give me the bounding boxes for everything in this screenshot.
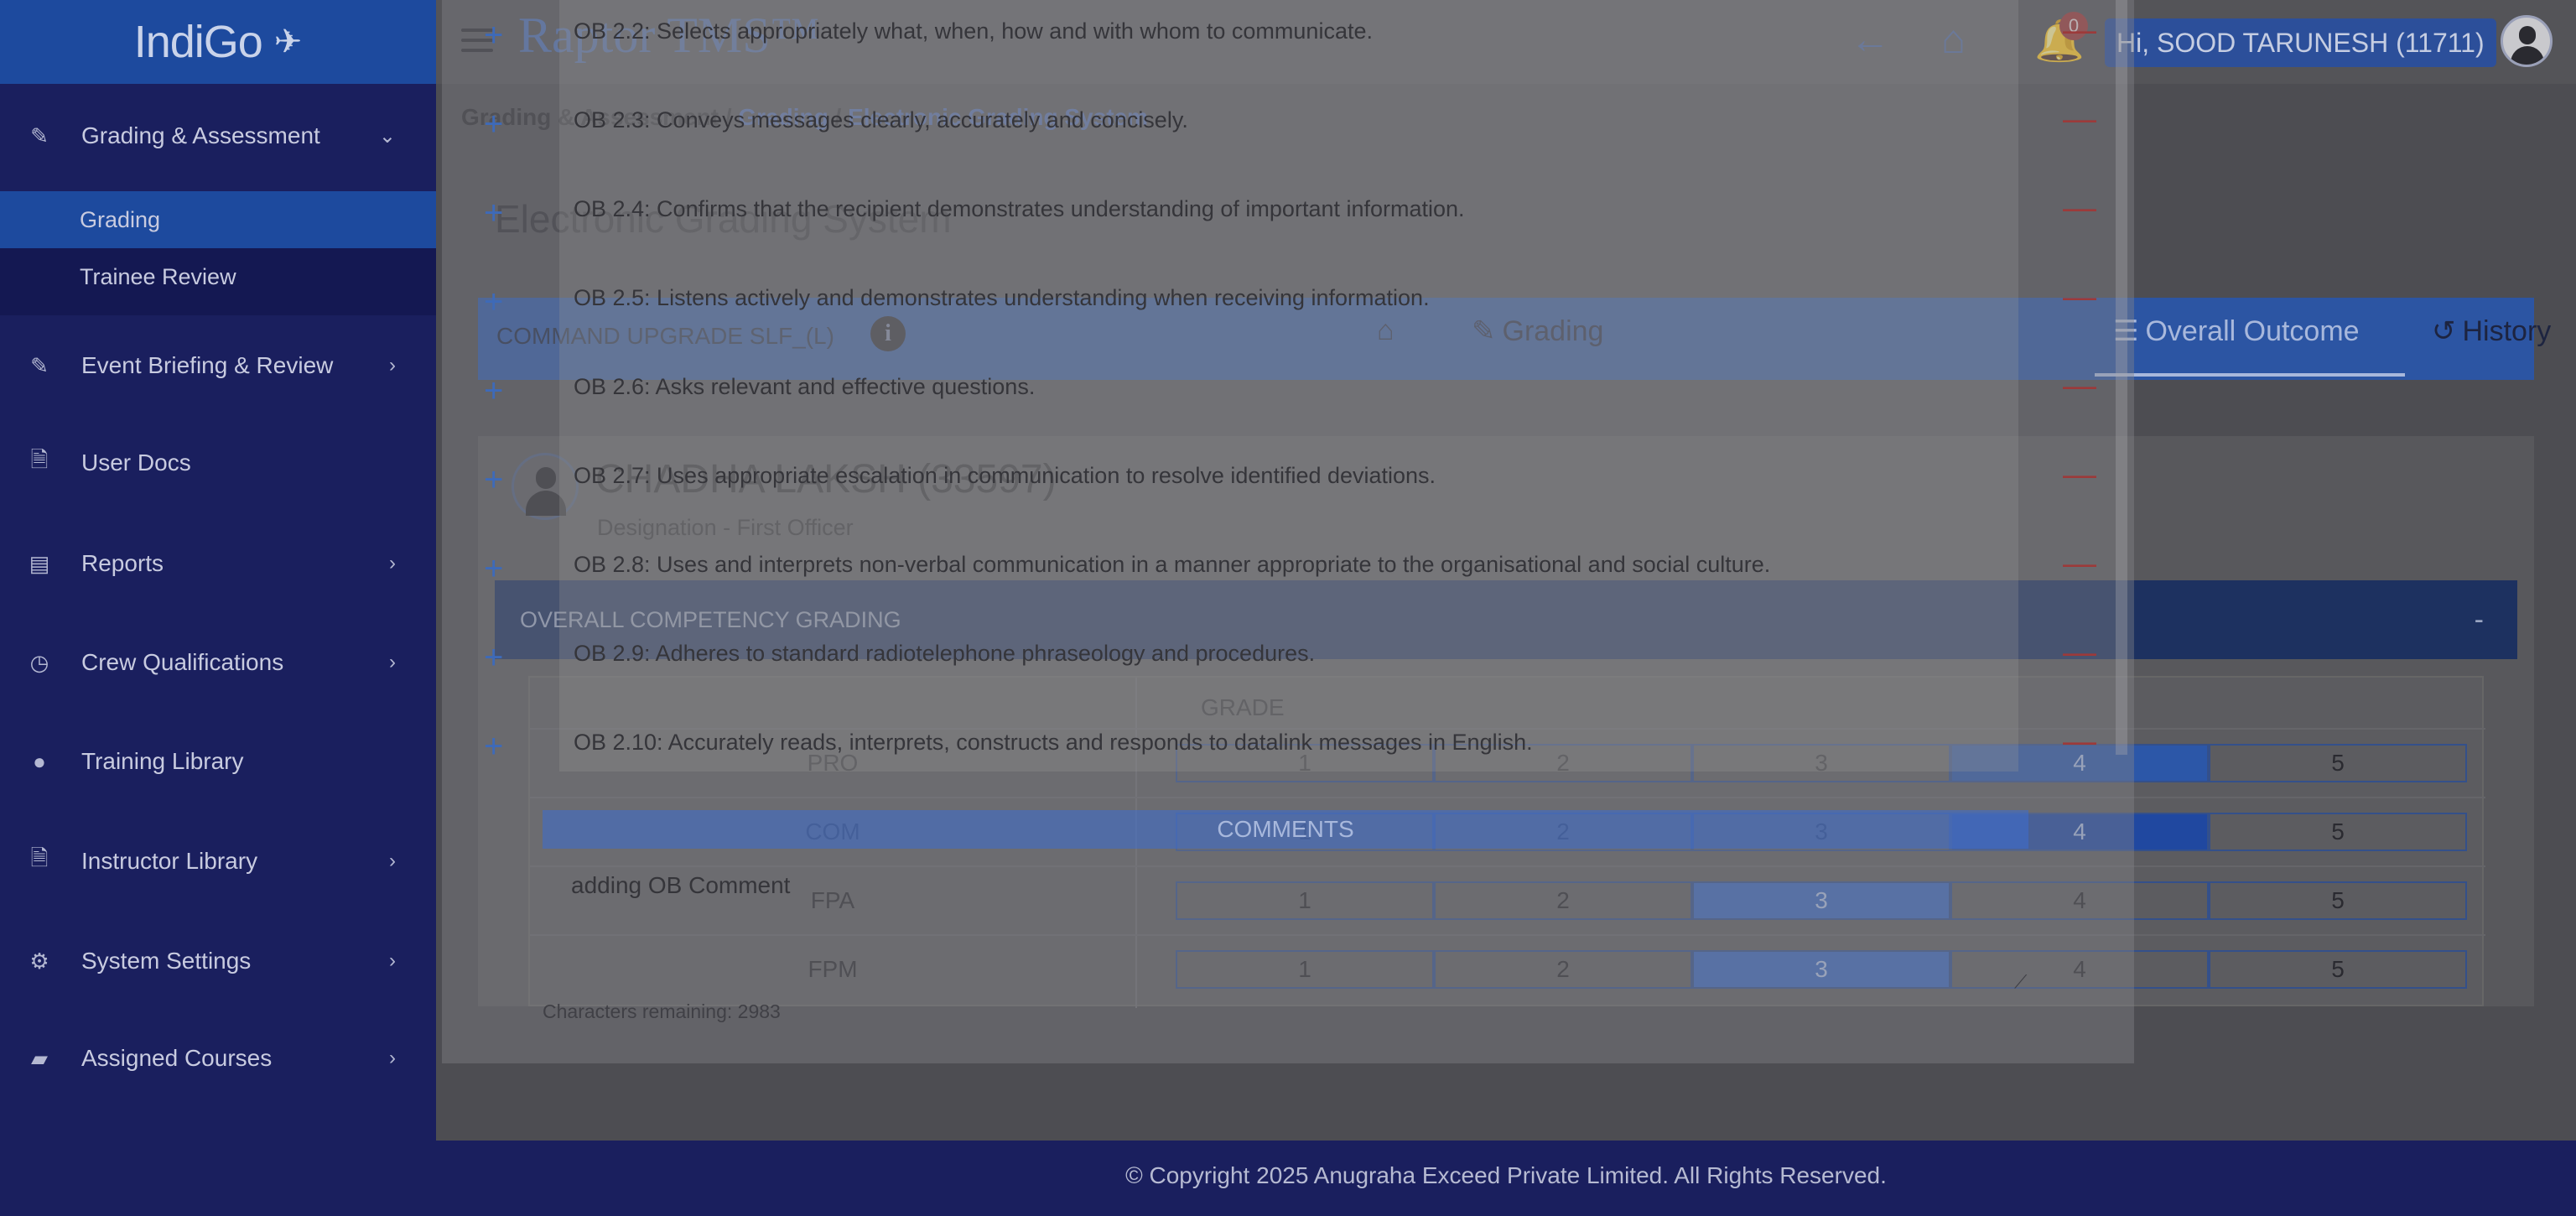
- resize-handle-icon[interactable]: ⟋: [2014, 971, 2027, 993]
- expand-plus-icon[interactable]: +: [484, 106, 503, 143]
- user-menu-button[interactable]: Hi, SOOD TARUNESH (11711): [2105, 18, 2496, 67]
- sidebar-item-instructor-library[interactable]: 🗎 Instructor Library ›: [0, 834, 436, 888]
- comments-header: COMMENTS: [543, 810, 2028, 849]
- sidebar-item-assigned-courses[interactable]: ▰ Assigned Courses ›: [0, 1032, 436, 1085]
- cogs-icon: ⚙: [29, 948, 49, 974]
- ob-text: OB 2.5: Listens actively and demonstrate…: [574, 285, 1430, 310]
- document-icon: 🗎: [30, 447, 49, 472]
- sidebar-item-label: System Settings: [81, 948, 252, 974]
- chevron-right-icon: ›: [389, 552, 396, 574]
- grade-option-5[interactable]: 5: [2209, 881, 2467, 920]
- folder-open-icon: ▰: [31, 1045, 48, 1071]
- ob-text: OB 2.3: Conveys messages clearly, accura…: [574, 107, 1188, 133]
- sidebar-item-event-briefing[interactable]: ✎ Event Briefing & Review ›: [0, 339, 436, 392]
- sidebar-item-label: Training Library: [81, 748, 244, 774]
- sidebar-item-label: Grading & Assessment: [81, 122, 320, 148]
- ob-row: + OB 2.10: Accurately reads, interprets, …: [442, 716, 2134, 805]
- expand-plus-icon[interactable]: +: [484, 728, 503, 766]
- grade-option-5[interactable]: 5: [2209, 744, 2467, 782]
- tab-history[interactable]: ↺ History: [2432, 314, 2551, 348]
- grade-option-5[interactable]: 5: [2209, 950, 2467, 989]
- sidebar-item-label: Assigned Courses: [81, 1045, 273, 1071]
- ob-text: OB 2.9: Adheres to standard radiotelepho…: [574, 641, 1316, 666]
- sidebar-item-training-library[interactable]: ● Training Library: [0, 735, 436, 788]
- sidebar-subitem-label: Grading: [80, 206, 161, 232]
- ob-row: + OB 2.8: Uses and interprets non-verbal …: [442, 538, 2134, 627]
- ob-text: OB 2.6: Asks relevant and effective ques…: [574, 374, 1036, 399]
- ob-text: OB 2.2: Selects appropriately what, when…: [574, 18, 1373, 44]
- chevron-right-icon: ›: [389, 354, 396, 377]
- collapse-toggle[interactable]: -: [2475, 604, 2484, 637]
- sidebar-subitem-trainee-review[interactable]: Trainee Review: [0, 248, 436, 305]
- chevron-right-icon: ›: [389, 850, 396, 872]
- ob-text: OB 2.10: Accurately reads, interprets, c…: [574, 730, 1533, 755]
- chevron-right-icon: ›: [389, 651, 396, 673]
- sidebar-item-label: User Docs: [81, 450, 191, 475]
- indigo-logo: IndiGo: [133, 17, 263, 67]
- collapse-minus-icon[interactable]: —: [2063, 190, 2096, 227]
- ob-row: + OB 2.2: Selects appropriately what, whe…: [442, 5, 2134, 94]
- characters-remaining: Characters remaining: 2983: [543, 1000, 781, 1022]
- grade-option-5[interactable]: 5: [2209, 813, 2467, 851]
- tab-label: Overall Outcome: [2145, 314, 2360, 347]
- ob-row: + OB 2.5: Listens actively and demonstrat…: [442, 272, 2134, 361]
- sidebar-item-label: Instructor Library: [81, 848, 258, 874]
- expand-plus-icon[interactable]: +: [484, 550, 503, 588]
- sidebar-item-system-settings[interactable]: ⚙ System Settings ›: [0, 934, 436, 988]
- ob-row: + OB 2.9: Adheres to standard radioteleph…: [442, 627, 2134, 716]
- ob-row: + OB 2.7: Uses appropriate escalation in …: [442, 450, 2134, 538]
- collapse-minus-icon[interactable]: —: [2063, 12, 2096, 49]
- expand-plus-icon[interactable]: +: [484, 639, 503, 677]
- edit-icon: ✎: [30, 122, 49, 148]
- document-icon: 🗎: [30, 845, 49, 870]
- sidebar-item-label: Event Briefing & Review: [81, 352, 334, 378]
- collapse-minus-icon[interactable]: —: [2063, 456, 2096, 494]
- collapse-minus-icon[interactable]: —: [2063, 278, 2096, 316]
- ob-modal-overlay: + OB 2.2: Selects appropriately what, whe…: [442, 0, 2134, 1063]
- chevron-right-icon: ›: [389, 1047, 396, 1069]
- sidebar-submenu: Grading Trainee Review: [0, 191, 436, 315]
- ob-row: + OB 2.4: Confirms that the recipient dem…: [442, 183, 2134, 272]
- expand-plus-icon[interactable]: +: [484, 17, 503, 55]
- user-icon: ●: [33, 748, 46, 774]
- sidebar-subitem-label: Trainee Review: [80, 263, 236, 289]
- sidebar-subitem-grading[interactable]: Grading: [0, 191, 436, 248]
- logo-bar: IndiGo ✈: [0, 0, 436, 84]
- expand-plus-icon[interactable]: +: [484, 461, 503, 499]
- ob-text: OB 2.4: Confirms that the recipient demo…: [574, 196, 1465, 221]
- footer: © Copyright 2025 Anugraha Exceed Private…: [436, 1141, 2576, 1216]
- avatar[interactable]: [2501, 15, 2553, 67]
- sidebar-item-label: Crew Qualifications: [81, 649, 284, 675]
- ob-text: OB 2.8: Uses and interprets non-verbal c…: [574, 552, 1771, 577]
- clock-icon: ◷: [29, 649, 49, 675]
- comment-textarea[interactable]: adding OB Comment: [571, 872, 790, 899]
- sidebar-item-grading-assessment[interactable]: ✎ Grading & Assessment ⌄: [0, 109, 436, 163]
- sidebar-item-user-docs[interactable]: 🗎 User Docs: [0, 436, 436, 490]
- scrollbar[interactable]: [2116, 0, 2127, 755]
- chevron-down-icon: ⌄: [378, 124, 396, 148]
- collapse-minus-icon[interactable]: —: [2063, 723, 2096, 761]
- edit-icon: ✎: [30, 352, 49, 378]
- expand-plus-icon[interactable]: +: [484, 372, 503, 410]
- expand-plus-icon[interactable]: +: [484, 195, 503, 232]
- sidebar-item-reports[interactable]: ▤ Reports ›: [0, 537, 436, 590]
- collapse-minus-icon[interactable]: —: [2063, 634, 2096, 672]
- report-icon: ▤: [29, 550, 50, 576]
- sidebar-item-crew-qualifications[interactable]: ◷ Crew Qualifications ›: [0, 636, 436, 689]
- collapse-minus-icon[interactable]: —: [2063, 367, 2096, 405]
- sidebar: IndiGo ✈ ✎ Grading & Assessment ⌄ Gradin…: [0, 0, 436, 1216]
- collapse-minus-icon[interactable]: —: [2063, 101, 2096, 138]
- active-tab-indicator: [2095, 373, 2405, 377]
- tab-label: History: [2462, 314, 2552, 347]
- sidebar-item-label: Reports: [81, 550, 164, 576]
- plane-logo-icon: ✈: [273, 23, 303, 60]
- history-icon: ↺: [2432, 315, 2456, 347]
- collapse-minus-icon[interactable]: —: [2063, 545, 2096, 583]
- tab-overall-outcome[interactable]: ☰ Overall Outcome: [2113, 314, 2360, 348]
- chevron-right-icon: ›: [389, 949, 396, 972]
- ob-text: OB 2.7: Uses appropriate escalation in c…: [574, 463, 1436, 488]
- ob-row: + OB 2.3: Conveys messages clearly, accur…: [442, 94, 2134, 183]
- expand-plus-icon[interactable]: +: [484, 283, 503, 321]
- ob-row: + OB 2.6: Asks relevant and effective que…: [442, 361, 2134, 450]
